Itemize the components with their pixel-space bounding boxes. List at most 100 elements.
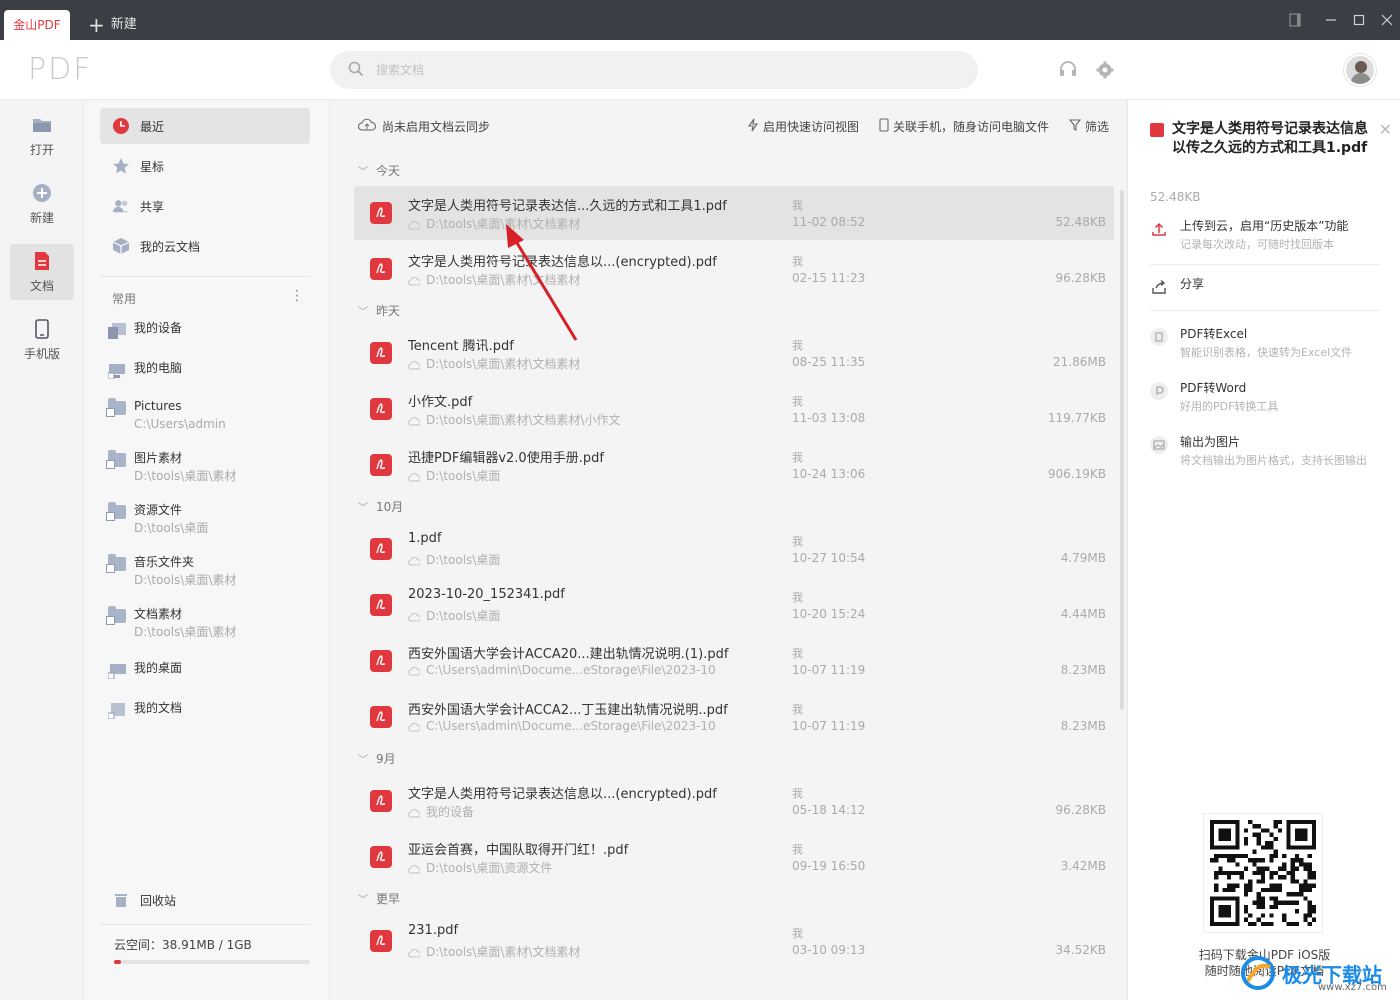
header: PDF bbox=[0, 40, 1400, 100]
sidebar-location[interactable]: 我的桌面 bbox=[107, 660, 308, 680]
file-path: D:\tools\桌面\素材\文档素材 bbox=[408, 355, 580, 372]
file-path-text: D:\tools\桌面\素材\文档素材 bbox=[426, 357, 581, 371]
file-time: 10-07 11:19 bbox=[792, 663, 866, 677]
sidebar-item-recent[interactable]: 最近 bbox=[100, 108, 310, 144]
rail-new[interactable]: 新建 bbox=[10, 176, 74, 232]
file-path-text: D:\tools\桌面\素材\文档素材 bbox=[426, 273, 581, 287]
pdf-file-icon bbox=[370, 398, 392, 420]
file-row[interactable]: 文字是人类用符号记录表达信息以...(encrypted).pdf 我的设备 我 05… bbox=[354, 774, 1114, 828]
file-time: 10-27 10:54 bbox=[792, 551, 866, 565]
file-owner: 我 bbox=[792, 339, 803, 352]
group-header-today[interactable]: ﹀ 今天 bbox=[358, 162, 400, 179]
sidebar-item-label: 我的云文档 bbox=[140, 239, 201, 254]
sidebar-location[interactable]: Pictures C:\Users\admin bbox=[106, 398, 308, 432]
cloud-status-icon bbox=[408, 611, 421, 621]
file-size: 34.52KB bbox=[1055, 943, 1106, 957]
cloud-status-icon bbox=[408, 947, 421, 957]
rail-mobile[interactable]: 手机版 bbox=[10, 312, 74, 368]
file-path-text: 我的设备 bbox=[426, 805, 475, 819]
more-options-icon[interactable]: ⋮ bbox=[290, 288, 304, 304]
location-path: D:\tools\桌面\素材 bbox=[134, 625, 237, 639]
search-input[interactable] bbox=[376, 63, 936, 77]
minimize-button[interactable] bbox=[1316, 0, 1346, 40]
file-row[interactable]: 文字是人类用符号记录表达信...久远的方式和工具1.pdf D:\tools\桌面… bbox=[354, 186, 1114, 240]
sidebar-item-recycle[interactable]: 回收站 bbox=[100, 882, 310, 918]
tab-jinshan-pdf[interactable]: 金山PDF bbox=[4, 10, 70, 40]
location-name: 音乐文件夹 bbox=[134, 555, 195, 569]
cloud-sync-notice[interactable]: 尚未启用文档云同步 bbox=[357, 118, 490, 135]
file-size: 21.86MB bbox=[1053, 355, 1106, 369]
filter-button[interactable]: 筛选 bbox=[1068, 118, 1109, 135]
tool-pdf-to-excel[interactable]: PDF转Excel 智能识别表格，快速转为Excel文件 bbox=[1150, 326, 1380, 361]
file-owner: 我 bbox=[792, 535, 803, 548]
file-owner: 我 bbox=[792, 843, 803, 856]
sidebar-location[interactable]: 资源文件 D:\tools\桌面 bbox=[106, 502, 308, 536]
rail-documents[interactable]: 文档 bbox=[10, 244, 74, 300]
rail-open[interactable]: 打开 bbox=[10, 108, 74, 164]
maximize-button[interactable] bbox=[1344, 0, 1374, 40]
sidebar-location[interactable]: 我的电脑 bbox=[107, 360, 308, 380]
upload-cloud-action[interactable]: 上传到云，启用“历史版本”功能 记录每次改动，可随时找回版本 bbox=[1150, 218, 1380, 253]
scrollbar[interactable] bbox=[1120, 190, 1124, 710]
new-tab-button[interactable]: + 新建 bbox=[88, 10, 137, 40]
quick-view-button[interactable]: 启用快速访问视图 bbox=[747, 118, 859, 135]
group-header-october[interactable]: ﹀ 10月 bbox=[358, 498, 403, 515]
file-time: 11-02 08:52 bbox=[792, 215, 866, 229]
sidebar-location[interactable]: 我的设备 bbox=[108, 320, 308, 339]
file-detail-panel: ✕ 文字是人类用符号记录表达信息以传之久远的方式和工具1.pdf 52.48KB… bbox=[1127, 100, 1400, 1000]
computer-icon bbox=[107, 363, 126, 380]
file-name: Tencent 腾讯.pdf bbox=[408, 339, 514, 354]
group-header-september[interactable]: ﹀ 9月 bbox=[358, 750, 396, 767]
file-row[interactable]: 西安外国语大学会计ACCA20...建出轨情况说明.(1).pdf C:\User… bbox=[354, 634, 1114, 688]
gear-icon[interactable] bbox=[1093, 58, 1117, 82]
file-row[interactable]: 迅捷PDF编辑器v2.0使用手册.pdf D:\tools\桌面 我 10-24 13… bbox=[354, 438, 1114, 492]
file-path: D:\tools\桌面\素材\文档素材 bbox=[408, 271, 580, 288]
file-time: 10-07 11:19 bbox=[792, 719, 866, 733]
file-row[interactable]: 文字是人类用符号记录表达信息以...(encrypted).pdf D:\tool… bbox=[354, 242, 1114, 296]
cloud-status-icon bbox=[408, 665, 421, 676]
group-header-earlier[interactable]: ﹀ 更早 bbox=[358, 890, 400, 907]
sidebar-item-shared[interactable]: 共享 bbox=[100, 188, 310, 224]
location-name: Pictures bbox=[134, 399, 182, 413]
close-window-button[interactable] bbox=[1372, 0, 1400, 40]
file-size: 8.23MB bbox=[1060, 719, 1106, 733]
search-box[interactable] bbox=[330, 51, 978, 89]
location-name: 资源文件 bbox=[134, 503, 183, 517]
storage-bar bbox=[114, 960, 310, 964]
group-header-yesterday[interactable]: ﹀ 昨天 bbox=[358, 302, 400, 319]
file-name: 文字是人类用符号记录表达信息以...(encrypted).pdf bbox=[408, 255, 717, 270]
file-path: D:\tools\桌面\素材\文档素材\小作文 bbox=[408, 411, 620, 428]
avatar[interactable] bbox=[1344, 54, 1376, 86]
file-path: D:\tools\桌面\素材\文档素材 bbox=[408, 943, 580, 960]
file-row[interactable]: 1.pdf D:\tools\桌面 我 10-27 10:54 4.79MB bbox=[354, 522, 1114, 576]
file-row[interactable]: 小作文.pdf D:\tools\桌面\素材\文档素材\小作文 我 11-03 13:… bbox=[354, 382, 1114, 436]
file-row[interactable]: 231.pdf D:\tools\桌面\素材\文档素材 我 03-10 09:13 34… bbox=[354, 914, 1114, 968]
file-path: C:\Users\admin\Docume...eStorage\File\20… bbox=[408, 719, 716, 733]
sidebar-location[interactable]: 音乐文件夹 D:\tools\桌面\素材 bbox=[106, 554, 308, 588]
file-row[interactable]: 2023-10-20_152341.pdf D:\tools\桌面 我 10-20 1… bbox=[354, 578, 1114, 632]
sidebar-location[interactable]: 我的文档 bbox=[107, 700, 308, 720]
sidebar-item-cloud-docs[interactable]: 我的云文档 bbox=[100, 228, 310, 264]
file-row[interactable]: Tencent 腾讯.pdf D:\tools\桌面\素材\文档素材 我 08-25 … bbox=[354, 326, 1114, 380]
sidebar-item-starred[interactable]: 星标 bbox=[100, 148, 310, 184]
link-phone-button[interactable]: 关联手机，随身访问电脑文件 bbox=[879, 118, 1049, 135]
mini-mode-icon[interactable] bbox=[1280, 0, 1310, 40]
file-size: 96.28KB bbox=[1055, 271, 1106, 285]
file-path-text: D:\tools\桌面\素材\文档素材\小作文 bbox=[426, 413, 621, 427]
tool-pdf-to-word[interactable]: PDF转Word 好用的PDF转换工具 bbox=[1150, 380, 1380, 415]
folder-icon bbox=[106, 606, 126, 625]
share-action[interactable]: 分享 bbox=[1150, 276, 1380, 296]
close-icon[interactable]: ✕ bbox=[1379, 120, 1392, 139]
file-row[interactable]: 西安外国语大学会计ACCA2...丁玉建出轨情况说明..pdf C:\Users\… bbox=[354, 690, 1114, 744]
file-owner: 我 bbox=[792, 199, 803, 212]
sidebar-item-label: 最近 bbox=[140, 119, 165, 134]
sidebar-item-label: 星标 bbox=[140, 159, 165, 174]
tool-export-image[interactable]: 输出为图片 将文档输出为图片格式，支持长图输出 bbox=[1150, 434, 1380, 469]
headset-icon[interactable] bbox=[1056, 58, 1080, 82]
location-path: D:\tools\桌面\素材 bbox=[134, 573, 237, 587]
file-row[interactable]: 亚运会首赛，中国队取得开门红！.pdf D:\tools\桌面\资源文件 我 09-1… bbox=[354, 830, 1114, 884]
sidebar-location[interactable]: 图片素材 D:\tools\桌面\素材 bbox=[106, 450, 308, 484]
group-label: 今天 bbox=[376, 164, 401, 178]
sidebar-location[interactable]: 文档素材 D:\tools\桌面\素材 bbox=[106, 606, 308, 640]
lightning-icon bbox=[747, 118, 759, 135]
